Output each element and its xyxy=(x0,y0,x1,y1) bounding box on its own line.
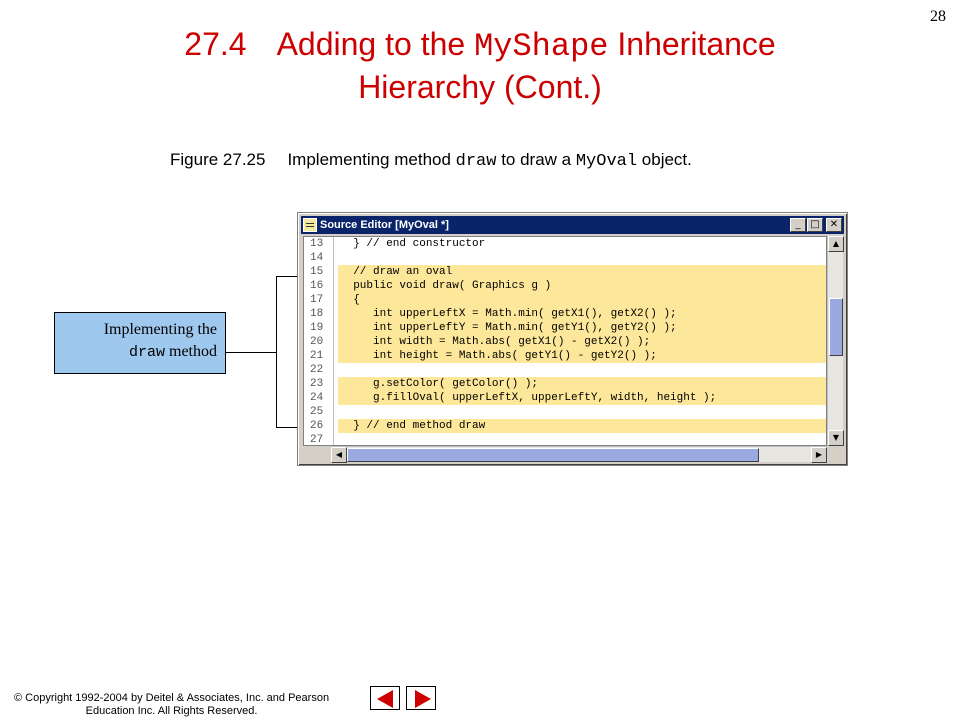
code-line[interactable]: 19 int upperLeftY = Math.min( getY1(), g… xyxy=(304,321,826,335)
code-line[interactable]: 25 xyxy=(304,405,826,419)
line-number: 18 xyxy=(310,308,324,320)
code-text: // draw an oval xyxy=(338,265,826,279)
slide-title: 27.4 Adding to the MyShape Inheritance Hi… xyxy=(80,24,880,107)
title-number: 27.4 xyxy=(184,26,247,62)
code-line[interactable]: 26 } // end method draw xyxy=(304,419,826,433)
code-text: { xyxy=(338,293,826,307)
figure-caption: Figure 27.25 Implementing method draw to … xyxy=(170,150,692,171)
title-code: MyShape xyxy=(474,28,609,65)
code-area[interactable]: 13 } // end constructor 14 15 // draw an o… xyxy=(303,236,827,446)
line-number: 22 xyxy=(310,364,324,376)
scroll-down-button[interactable]: ▼ xyxy=(828,430,844,446)
window-title: Source Editor [MyOval *] xyxy=(320,219,449,231)
title-line-2: Hierarchy (Cont.) xyxy=(358,69,602,105)
title-suffix: Inheritance xyxy=(608,26,776,62)
line-number: 23 xyxy=(310,378,324,390)
caption-text-prefix: Implementing method xyxy=(287,150,456,169)
vertical-scroll-thumb[interactable] xyxy=(829,298,843,356)
line-number: 15 xyxy=(310,266,324,278)
code-text: g.setColor( getColor() ); xyxy=(338,377,826,391)
vertical-scrollbar[interactable]: ▲ ▼ xyxy=(827,236,844,446)
code-line[interactable]: 27 xyxy=(304,433,826,446)
maximize-button[interactable]: □ xyxy=(807,218,823,232)
line-number: 26 xyxy=(310,420,324,432)
code-text: int upperLeftX = Math.min( getX1(), getX… xyxy=(338,307,826,321)
page-number: 28 xyxy=(930,8,946,25)
editor-window-icon xyxy=(303,218,317,232)
source-editor-window: Source Editor [MyOval *] _ □ ✕ 13 } // e… xyxy=(297,212,848,466)
title-line-1: 27.4 Adding to the MyShape Inheritance xyxy=(80,24,880,67)
callout-box: Implementing the draw method xyxy=(54,312,226,374)
horizontal-scrollbar[interactable]: ◀ ▶ xyxy=(331,446,827,463)
code-line[interactable]: 20 int width = Math.abs( getX1() - getX2… xyxy=(304,335,826,349)
code-line[interactable]: 22 xyxy=(304,363,826,377)
code-line[interactable]: 21 int height = Math.abs( getY1() - getY… xyxy=(304,349,826,363)
caption-text-suffix: object. xyxy=(637,150,692,169)
line-number: 14 xyxy=(310,252,324,264)
line-number: 20 xyxy=(310,336,324,348)
code-text: g.fillOval( upperLeftX, upperLeftY, widt… xyxy=(338,391,826,405)
scroll-left-button[interactable]: ◀ xyxy=(331,447,347,463)
right-arrow-icon xyxy=(415,690,431,708)
figure-label: Figure 27.25 xyxy=(170,150,266,169)
title-bar[interactable]: Source Editor [MyOval *] _ □ ✕ xyxy=(301,216,844,234)
caption-code-myoval: MyOval xyxy=(575,152,638,171)
code-text: } // end method draw xyxy=(338,419,826,433)
line-number: 19 xyxy=(310,322,324,334)
code-text: int width = Math.abs( getX1() - getX2() … xyxy=(338,335,826,349)
line-number: 27 xyxy=(310,434,324,446)
title-prefix: Adding to the xyxy=(276,26,475,62)
previous-slide-button[interactable] xyxy=(370,686,400,710)
line-number: 17 xyxy=(310,294,324,306)
minimize-button[interactable]: _ xyxy=(790,218,806,232)
code-line[interactable]: 14 xyxy=(304,251,826,265)
line-number: 25 xyxy=(310,406,324,418)
code-line[interactable]: 18 int upperLeftX = Math.min( getX1(), g… xyxy=(304,307,826,321)
callout-line-2-suffix: method xyxy=(165,343,217,360)
code-line[interactable]: 17 { xyxy=(304,293,826,307)
line-number: 16 xyxy=(310,280,324,292)
code-text: } // end constructor xyxy=(340,238,486,250)
horizontal-scroll-thumb[interactable] xyxy=(347,448,759,462)
callout-connector xyxy=(226,352,276,353)
code-text: int upperLeftY = Math.min( getY1(), getY… xyxy=(338,321,826,335)
callout-code: draw xyxy=(128,344,165,361)
code-text: int height = Math.abs( getY1() - getY2()… xyxy=(338,349,826,363)
title-buttons: _ □ ✕ xyxy=(790,218,842,232)
scroll-right-button[interactable]: ▶ xyxy=(811,447,827,463)
copyright-line-2: Education Inc. All Rights Reserved. xyxy=(85,705,258,717)
code-line[interactable]: 23 g.setColor( getColor() ); xyxy=(304,377,826,391)
copyright-line-1: © Copyright 1992-2004 by Deitel & Associ… xyxy=(14,692,330,704)
caption-text-middle: to draw a xyxy=(496,150,576,169)
next-slide-button[interactable] xyxy=(406,686,436,710)
code-line[interactable]: 16 public void draw( Graphics g ) xyxy=(304,279,826,293)
callout-line-1: Implementing the xyxy=(103,321,217,338)
code-line[interactable]: 15 // draw an oval xyxy=(304,265,826,279)
line-number: 21 xyxy=(310,350,324,362)
caption-code-draw: draw xyxy=(455,152,497,171)
code-line[interactable]: 24 g.fillOval( upperLeftX, upperLeftY, w… xyxy=(304,391,826,405)
bracket-vertical xyxy=(276,276,277,428)
code-line[interactable]: 13 } // end constructor xyxy=(304,237,826,251)
callout-line-2: draw method xyxy=(63,341,217,364)
scroll-up-button[interactable]: ▲ xyxy=(828,236,844,252)
left-arrow-icon xyxy=(377,690,393,708)
line-number: 24 xyxy=(310,392,324,404)
close-button[interactable]: ✕ xyxy=(826,218,842,232)
code-text: public void draw( Graphics g ) xyxy=(338,279,826,293)
copyright-footer: © Copyright 1992-2004 by Deitel & Associ… xyxy=(14,692,329,718)
line-number: 13 xyxy=(310,238,324,250)
